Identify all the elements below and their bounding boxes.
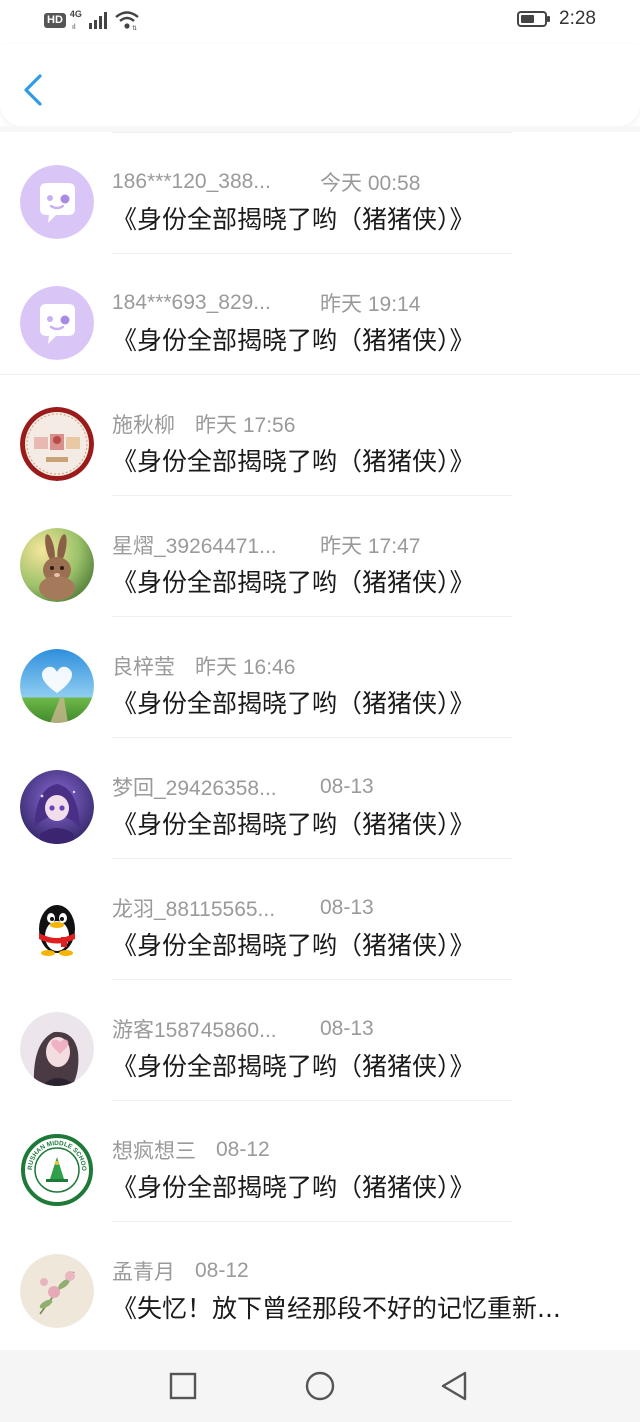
divider [112, 132, 512, 133]
list-item[interactable]: 游客158745860... 08-13 《身份全部揭晓了哟（猪猪侠）》 [0, 979, 640, 1100]
message-title: 《身份全部揭晓了哟（猪猪侠）》 [112, 447, 475, 476]
sender-name: 184***693_829... [112, 291, 271, 314]
message-title: 《身份全部揭晓了哟（猪猪侠）》 [112, 205, 475, 234]
divider [0, 374, 640, 375]
sender-name: 想疯想三 [112, 1140, 196, 1163]
list-item[interactable]: 184***693_829... 昨天 19:14 《身份全部揭晓了哟（猪猪侠）… [0, 253, 640, 374]
list-item[interactable]: 186***120_388... 今天 00:58 《身份全部揭晓了哟（猪猪侠）… [0, 132, 640, 253]
divider [112, 1221, 512, 1222]
divider [112, 737, 512, 738]
girl-photo-avatar[interactable] [20, 1012, 94, 1086]
penguin-avatar[interactable] [20, 891, 94, 965]
message-meta: 想疯想三 08-12 [112, 1136, 270, 1164]
message-title: 《身份全部揭晓了哟（猪猪侠）》 [112, 1052, 475, 1081]
header [0, 44, 640, 126]
sender-name: 孟青月 [112, 1261, 175, 1284]
message-meta: 孟青月 08-12 [112, 1257, 249, 1285]
embroidery-avatar[interactable] [20, 407, 94, 481]
message-meta: 梦回_29426358... 08-13 [112, 773, 374, 801]
rabbit-avatar[interactable] [20, 528, 94, 602]
svg-text:ıl: ıl [72, 24, 76, 30]
list-item[interactable]: 孟青月 08-12 《失忆！放下曾经那段不好的记忆重新... [0, 1221, 640, 1342]
flower-painting-avatar[interactable] [20, 1254, 94, 1328]
list-item[interactable]: 良梓莹 昨天 16:46 《身份全部揭晓了哟（猪猪侠）》 [0, 616, 640, 737]
divider [112, 495, 512, 496]
message-meta: 龙羽_88115565... 08-13 [112, 894, 374, 922]
status-bar: HD 4G ıl ⇅ 2:28 [0, 0, 640, 44]
message-time: 08-12 [216, 1138, 270, 1161]
list-item[interactable]: 梦回_29426358... 08-13 《身份全部揭晓了哟（猪猪侠）》 [0, 737, 640, 858]
divider [112, 1100, 512, 1101]
circle-icon [305, 1371, 335, 1401]
sender-name: 良梓莹 [112, 656, 175, 679]
message-title: 《失忆！放下曾经那段不好的记忆重新... [112, 1294, 561, 1323]
message-time: 今天 00:58 [320, 172, 421, 195]
svg-text:⇅: ⇅ [132, 26, 137, 30]
recents-button[interactable] [165, 1368, 201, 1404]
back-button[interactable] [18, 70, 52, 110]
message-title: 《身份全部揭晓了哟（猪猪侠）》 [112, 931, 475, 960]
hd-badge: HD [44, 12, 66, 28]
school-logo-avatar[interactable]: RUSHAN MIDDLE SCHOOL [20, 1133, 94, 1207]
divider [112, 616, 512, 617]
status-right: 2:28 [517, 8, 596, 30]
divider [112, 858, 512, 859]
message-title: 《身份全部揭晓了哟（猪猪侠）》 [112, 1173, 475, 1202]
divider [112, 253, 512, 254]
message-time: 昨天 17:56 [195, 414, 296, 437]
message-time: 昨天 17:47 [320, 535, 421, 558]
message-meta: 186***120_388... 今天 00:58 [112, 168, 420, 196]
back-nav-button[interactable] [437, 1368, 473, 1404]
sender-name: 梦回_29426358... [112, 777, 277, 800]
system-navigation-bar [0, 1350, 640, 1422]
message-meta: 184***693_829... 昨天 19:14 [112, 289, 420, 317]
sender-name: 186***120_388... [112, 170, 271, 193]
triangle-back-icon [441, 1371, 467, 1401]
square-icon [169, 1372, 197, 1400]
message-time: 08-12 [195, 1259, 249, 1282]
message-title: 《身份全部揭晓了哟（猪猪侠）》 [112, 689, 475, 718]
signal-icon [88, 12, 107, 29]
sender-name: 游客158745860... [112, 1019, 277, 1042]
message-meta: 良梓莹 昨天 16:46 [112, 652, 295, 680]
message-list: 186***120_388... 今天 00:58 《身份全部揭晓了哟（猪猪侠）… [0, 132, 640, 1342]
message-time: 08-13 [320, 1017, 374, 1040]
heart-sky-avatar[interactable] [20, 649, 94, 723]
wifi-icon: ⇅ [115, 11, 139, 30]
message-title: 《身份全部揭晓了哟（猪猪侠）》 [112, 326, 475, 355]
list-item[interactable]: 施秋柳 昨天 17:56 《身份全部揭晓了哟（猪猪侠）》 [0, 374, 640, 495]
sender-name: 星熠_39264471... [112, 535, 277, 558]
battery-icon [517, 11, 551, 27]
message-time: 08-13 [320, 775, 374, 798]
list-item[interactable]: 星熠_39264471... 昨天 17:47 《身份全部揭晓了哟（猪猪侠）》 [0, 495, 640, 616]
list-item[interactable]: RUSHAN MIDDLE SCHOOL 想疯想三 08-12 《身份全部揭晓了… [0, 1100, 640, 1221]
chevron-left-icon [24, 74, 42, 106]
message-title: 《身份全部揭晓了哟（猪猪侠）》 [112, 568, 475, 597]
message-meta: 施秋柳 昨天 17:56 [112, 410, 295, 438]
clock: 2:28 [559, 8, 596, 29]
message-title: 《身份全部揭晓了哟（猪猪侠）》 [112, 810, 475, 839]
sender-name: 施秋柳 [112, 414, 175, 437]
list-item[interactable]: 龙羽_88115565... 08-13 《身份全部揭晓了哟（猪猪侠）》 [0, 858, 640, 979]
status-left: HD 4G ıl ⇅ [44, 9, 140, 30]
anime-girl-avatar[interactable] [20, 770, 94, 844]
sender-name: 龙羽_88115565... [112, 898, 276, 921]
home-button[interactable] [302, 1368, 338, 1404]
message-meta: 游客158745860... 08-13 [112, 1015, 374, 1043]
chat-bubble-avatar[interactable] [20, 286, 94, 360]
network-type: 4G ıl [70, 9, 84, 30]
chat-bubble-avatar[interactable] [20, 165, 94, 239]
message-meta: 星熠_39264471... 昨天 17:47 [112, 531, 420, 559]
message-time: 08-13 [320, 896, 374, 919]
message-time: 昨天 19:14 [320, 293, 421, 316]
message-time: 昨天 16:46 [195, 656, 296, 679]
divider [112, 979, 512, 980]
